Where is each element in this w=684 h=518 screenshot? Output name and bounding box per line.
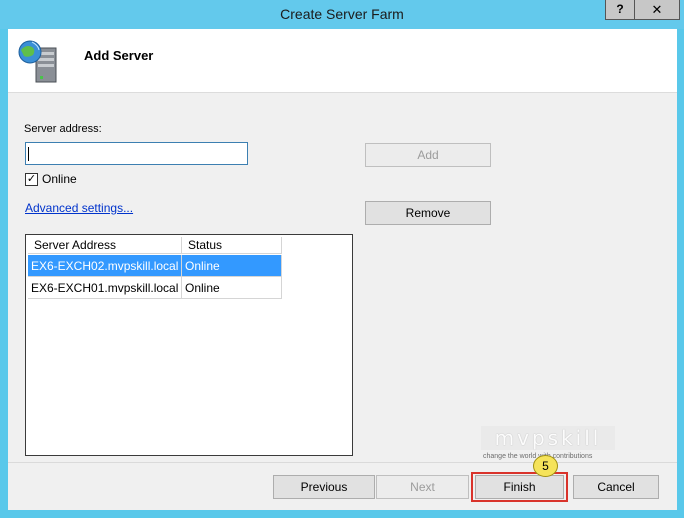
- dialog-body: Add Server Server address: ✓ Online Adva…: [8, 29, 677, 510]
- server-address-cell: EX6-EXCH01.mvpskill.local: [28, 277, 182, 299]
- previous-button[interactable]: Previous: [273, 475, 375, 499]
- watermark-brand: mvpskill: [481, 426, 615, 450]
- advanced-settings-link[interactable]: Advanced settings...: [25, 201, 133, 215]
- footer-divider: [8, 462, 677, 463]
- server-address-input[interactable]: [25, 142, 248, 165]
- server-address-cell: EX6-EXCH02.mvpskill.local: [28, 255, 182, 277]
- server-list[interactable]: Server Address Status EX6-EXCH02.mvpskil…: [25, 234, 353, 456]
- online-checkbox[interactable]: ✓: [25, 173, 38, 186]
- add-button[interactable]: Add: [365, 143, 491, 167]
- column-header-status[interactable]: Status: [182, 237, 282, 254]
- remove-button[interactable]: Remove: [365, 201, 491, 225]
- table-row[interactable]: EX6-EXCH01.mvpskill.local Online: [28, 277, 282, 299]
- window-title: Create Server Farm: [280, 6, 404, 22]
- wizard-header: Add Server: [8, 29, 677, 93]
- status-cell: Online: [182, 255, 282, 277]
- server-globe-icon: [18, 40, 57, 83]
- column-header-server-address[interactable]: Server Address: [28, 237, 182, 254]
- server-address-label: Server address:: [24, 123, 102, 135]
- table-row[interactable]: EX6-EXCH02.mvpskill.local Online: [28, 255, 282, 277]
- title-bar: Create Server Farm ? ✕: [0, 0, 684, 29]
- close-button[interactable]: ✕: [634, 0, 680, 20]
- online-checkbox-label: Online: [42, 172, 77, 186]
- step-number-badge: 5: [533, 455, 558, 477]
- cancel-button[interactable]: Cancel: [573, 475, 659, 499]
- page-title: Add Server: [84, 48, 154, 63]
- text-caret: [28, 147, 29, 161]
- finish-button[interactable]: Finish: [475, 475, 564, 499]
- status-cell: Online: [182, 277, 282, 299]
- next-button[interactable]: Next: [376, 475, 469, 499]
- help-button[interactable]: ?: [605, 0, 635, 20]
